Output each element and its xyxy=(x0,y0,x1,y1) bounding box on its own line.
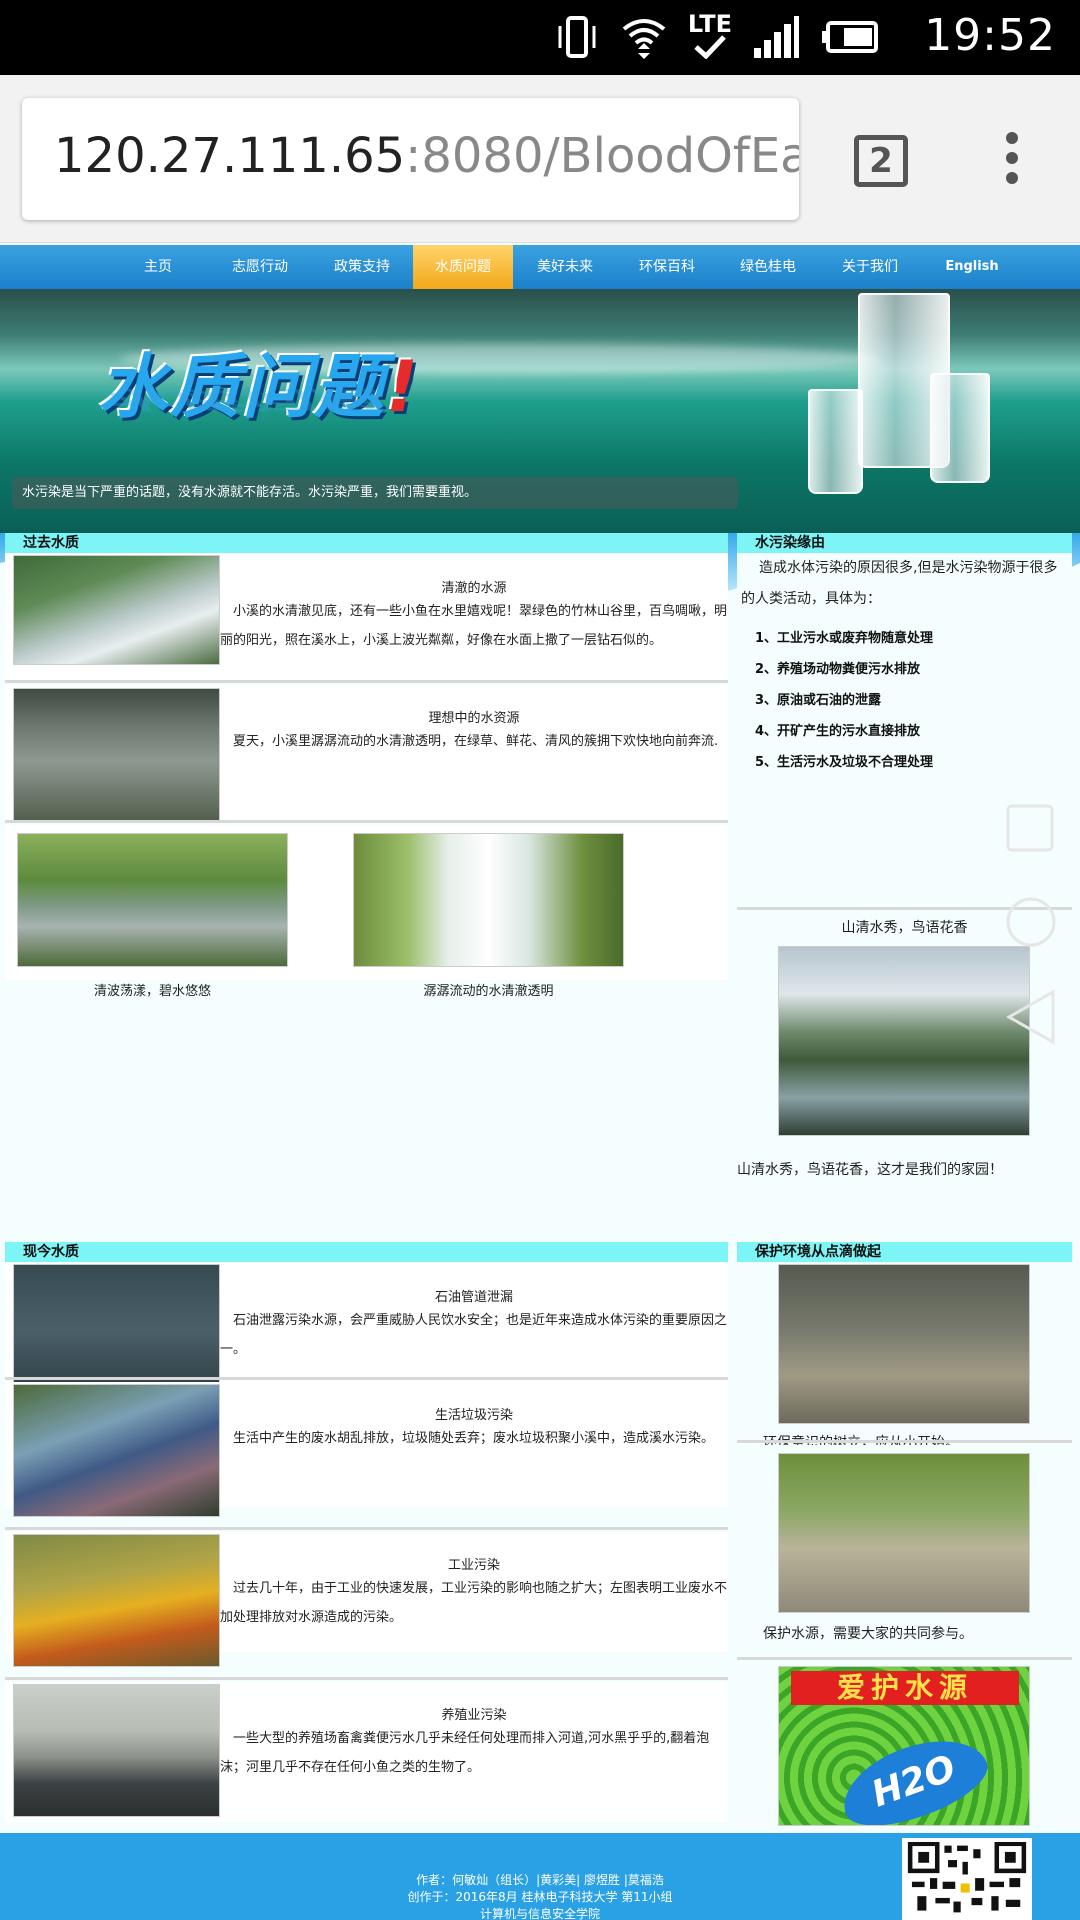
waterfall-photo xyxy=(353,833,624,967)
nav-item-future[interactable]: 美好未来 xyxy=(515,245,615,289)
cause-item: 4、开矿产生的污水直接排放 xyxy=(755,724,921,739)
overview-button-icon[interactable] xyxy=(1005,803,1055,853)
present-card-4: 养殖业污染 一些大型的养殖场畜禽粪便污水几乎未经任何处理而排入河道,河水黑乎乎的… xyxy=(5,1682,728,1822)
hero-banner: 水质问题! 水质问题 水污染是当下严重的话题，没有水源就不能存活。水污染严重，我… xyxy=(0,289,1080,539)
poster-banner-text: 爱护水源 xyxy=(791,1671,1019,1705)
battery-icon xyxy=(822,21,878,53)
protect-caption: 保护水源，需要大家的共同参与。 xyxy=(763,1626,973,1642)
child-cleaning-photo xyxy=(778,1264,1030,1424)
card-text: 一些大型的养殖场畜禽粪便污水几乎未经任何处理而排入河道,河水黑乎乎的,翻着泡沫；… xyxy=(220,1731,710,1775)
cause-item: 3、原油或石油的泄露 xyxy=(755,693,882,708)
nav-item-home[interactable]: 主页 xyxy=(108,245,208,289)
cause-item: 2、养殖场动物粪便污水排放 xyxy=(755,662,921,677)
stream-rocks-photo xyxy=(17,833,288,967)
garbage-pollution-photo xyxy=(13,1384,220,1517)
wifi-icon xyxy=(622,19,666,59)
past-card-1: 清澈的水源 小溪的水清澈见底，还有一些小鱼在水里嬉戏呢！翠绿色的竹林山谷里，百鸟… xyxy=(5,553,728,680)
nav-item-policy[interactable]: 政策支持 xyxy=(312,245,412,289)
card-text: 夏天，小溪里潺潺流动的水清澈透明，在绿草、鲜花、清风的簇拥下欢快地向前奔流. xyxy=(233,734,719,749)
stream-photo xyxy=(13,555,220,665)
gallery-caption: 潺潺流动的水清澈透明 xyxy=(423,984,554,999)
protect-card-2: 保护水源，需要大家的共同参与。 xyxy=(737,1445,1072,1665)
back-button-icon[interactable] xyxy=(1005,988,1057,1046)
url-path: :8080/BloodOfEartl xyxy=(405,128,799,184)
causes-card: 造成水体污染的原因很多,但是水污染物源于很多的人类活动，具体为： 1、工业污水或… xyxy=(737,553,1072,770)
scenery-caption: 山清水秀，鸟语花香，这才是我们的家园！ xyxy=(737,1162,1003,1178)
gallery-caption: 清波荡漾，碧水悠悠 xyxy=(93,984,211,999)
landscape-photo xyxy=(778,946,1030,1136)
card-text: 石油泄露污染水源，会严重威胁人民饮水安全；也是近年来造成水体污染的重要原因之一。 xyxy=(220,1313,728,1357)
address-bar[interactable]: 120.27.111.65:8080/BloodOfEartl xyxy=(22,98,799,220)
cause-item: 1、工业污水或废弃物随意处理 xyxy=(755,631,934,646)
site-nav: 主页 志愿行动 政策支持 水质问题 美好未来 环保百科 绿色桂电 关于我们 En… xyxy=(0,245,1080,289)
river-photo xyxy=(13,688,220,821)
card-title: 理想中的水资源 xyxy=(428,711,520,726)
url-text[interactable]: 120.27.111.65:8080/BloodOfEartl xyxy=(54,128,799,184)
banner-caption: 水污染是当下严重的话题，没有水源就不能存活。水污染严重，我们需要重视。 xyxy=(12,477,738,509)
home-button-icon[interactable] xyxy=(1005,896,1057,948)
qr-code-image[interactable] xyxy=(902,1838,1032,1920)
tab-switcher-button[interactable]: 2 xyxy=(854,135,908,187)
present-card-1: 石油管道泄漏 石油泄露污染水源，会严重威胁人民饮水安全；也是近年来造成水体污染的… xyxy=(5,1262,728,1396)
url-host: 120.27.111.65 xyxy=(54,128,406,184)
banner-title-reflection: 水质问题 xyxy=(98,385,378,414)
water-glass-image xyxy=(808,389,863,494)
lte-icon: LTE xyxy=(688,12,732,62)
nav-item-green-gdut[interactable]: 绿色桂电 xyxy=(718,245,818,289)
card-title: 生活垃圾污染 xyxy=(434,1408,513,1423)
nav-item-encyclopedia[interactable]: 环保百科 xyxy=(617,245,717,289)
card-text: 过去几十年，由于工业的快速发展，工业污染的影响也随之扩大；左图表明工业废水不加处… xyxy=(220,1581,728,1625)
water-glass-image xyxy=(930,373,990,483)
status-time: 19:52 xyxy=(924,10,1056,61)
water-poster-image: 爱护水源 H2O xyxy=(778,1666,1030,1826)
section-header-present: 现今水质 xyxy=(5,1242,728,1262)
industrial-pollution-photo xyxy=(13,1534,220,1667)
web-page: 主页 志愿行动 政策支持 水质问题 美好未来 环保百科 绿色桂电 关于我们 En… xyxy=(0,243,1080,1920)
present-card-2: 生活垃圾污染 生活中产生的废水胡乱排放，垃圾随处丢弃；废水垃圾积聚小溪中，造成溪… xyxy=(5,1382,728,1517)
causes-intro: 造成水体污染的原因很多,但是水污染物源于很多的人类活动，具体为： xyxy=(741,560,1058,607)
vibrate-icon xyxy=(558,16,596,58)
nav-item-about[interactable]: 关于我们 xyxy=(820,245,920,289)
poster-h2o-drop: H2O xyxy=(831,1723,997,1825)
nav-item-water-quality[interactable]: 水质问题 xyxy=(413,245,513,289)
past-card-2: 理想中的水资源 夏天，小溪里潺潺流动的水清澈透明，在绿草、鲜花、清风的簇拥下欢快… xyxy=(5,685,728,821)
section-header-protect: 保护环境从点滴做起 xyxy=(737,1242,1072,1262)
browser-toolbar: 120.27.111.65:8080/BloodOfEartl 2 xyxy=(0,75,1080,243)
nav-item-volunteer[interactable]: 志愿行动 xyxy=(210,245,310,289)
card-text: 小溪的水清澈见底，还有一些小鱼在水里嬉戏呢！翠绿色的竹林山谷里，百鸟啁啾，明丽的… xyxy=(220,604,728,648)
card-text: 生活中产生的废水胡乱排放，垃圾随处丢弃；废水垃圾积聚小溪中，造成溪水污染。 xyxy=(233,1431,715,1446)
signal-icon xyxy=(754,16,799,58)
protect-poster-card: 爱护水源 H2O xyxy=(737,1662,1072,1832)
card-title: 工业污染 xyxy=(447,1558,500,1573)
farm-pollution-photo xyxy=(13,1684,220,1817)
section-header-causes: 水污染缘由 xyxy=(737,533,1072,553)
site-footer: 作者：何敏灿（组长）|黄彩美| 廖煜胜 |莫福浩 创作于：2016年8月 桂林电… xyxy=(0,1833,1080,1920)
volunteers-photo xyxy=(778,1453,1030,1613)
card-title: 清澈的水源 xyxy=(441,581,507,596)
more-vert-icon[interactable] xyxy=(1000,132,1024,192)
card-title: 养殖业污染 xyxy=(441,1708,507,1723)
section-header-past: 过去水质 xyxy=(5,533,728,553)
cause-item: 5、生活污水及垃圾不合理处理 xyxy=(755,755,934,770)
present-card-3: 工业污染 过去几十年，由于工业的快速发展，工业污染的影响也随之扩大；左图表明工业… xyxy=(5,1532,728,1667)
status-icons: LTE xyxy=(554,12,880,62)
protect-card-1: 环保意识的树立，应从小开始。 xyxy=(737,1262,1072,1457)
nav-item-english[interactable]: English xyxy=(922,245,1022,289)
card-title: 石油管道泄漏 xyxy=(434,1290,513,1305)
past-gallery: 清波荡漾，碧水悠悠 潺潺流动的水清澈透明 xyxy=(5,825,728,999)
status-bar: LTE 19:52 xyxy=(0,0,1080,75)
